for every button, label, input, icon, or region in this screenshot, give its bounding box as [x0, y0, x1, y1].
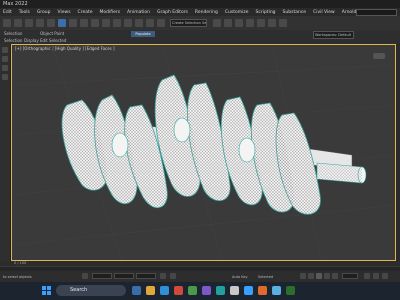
pan-icon[interactable] [373, 273, 379, 279]
snap-icon[interactable] [135, 19, 143, 27]
menu-bar: Edit Tools Group Views Create Modifiers Animat… [0, 8, 400, 16]
select-icon[interactable] [2, 47, 8, 53]
menu-edit[interactable]: Edit [3, 10, 12, 15]
link-icon[interactable] [25, 19, 33, 27]
menu-substance[interactable]: Substance [283, 10, 307, 15]
selected-label[interactable]: Selected [258, 275, 273, 279]
left-toolbar [0, 44, 11, 261]
window-title: Max 2022 [0, 0, 400, 8]
edge-icon[interactable] [160, 286, 169, 295]
menu-animation[interactable]: Animation [127, 10, 150, 15]
workspace-dropdown[interactable]: Workspaces: Default [313, 31, 354, 39]
material-editor-icon[interactable] [257, 19, 265, 27]
frame-field[interactable] [342, 273, 358, 279]
windows-start-icon[interactable] [42, 286, 51, 295]
unlink-icon[interactable] [36, 19, 44, 27]
app-icon-1[interactable] [174, 286, 183, 295]
ribbon-sub-display[interactable]: Display [24, 38, 39, 43]
redo-icon[interactable] [14, 19, 22, 27]
app-icon-6[interactable] [258, 286, 267, 295]
menu-right [356, 8, 397, 16]
curve-editor-icon[interactable] [246, 19, 254, 27]
ribbon-tab-object-paint[interactable]: Object Paint [40, 31, 64, 36]
windows-taskbar: Search [0, 282, 400, 300]
z-field[interactable] [136, 273, 156, 279]
undo-icon[interactable] [3, 19, 11, 27]
add-time-tag-icon[interactable] [170, 273, 176, 279]
rotate-icon[interactable] [102, 19, 110, 27]
previous-frame-icon[interactable] [308, 273, 314, 279]
mirror-icon[interactable] [213, 19, 221, 27]
play-icon[interactable] [316, 273, 322, 279]
ribbon-sub-edit-selected[interactable]: Edit Selected [40, 38, 66, 43]
move-icon[interactable] [2, 56, 8, 62]
render-setup-icon[interactable] [268, 19, 276, 27]
select-by-name-icon[interactable] [69, 19, 77, 27]
move-icon[interactable] [91, 19, 99, 27]
zoom-icon[interactable] [364, 273, 370, 279]
ribbon-sub-selection[interactable]: Selection [4, 38, 22, 43]
menu-rendering[interactable]: Rendering [195, 10, 218, 15]
grid-icon[interactable] [160, 273, 166, 279]
task-view-icon[interactable] [132, 286, 141, 295]
app-icon-7[interactable] [272, 286, 281, 295]
align-icon[interactable] [224, 19, 232, 27]
reference-icon[interactable] [124, 19, 132, 27]
search-input[interactable] [356, 8, 397, 16]
menu-graph-editors[interactable]: Graph Editors [157, 10, 188, 15]
rotate-icon[interactable] [2, 65, 8, 71]
taskbar-search[interactable]: Search [56, 285, 126, 296]
viewport[interactable]: [+] [Orthographic ] [High Quality ] [Edg… [11, 44, 396, 261]
menu-views[interactable]: Views [58, 10, 71, 15]
auto-key-label[interactable]: Auto Key [232, 275, 248, 279]
main-toolbar: Create Selection Se [0, 16, 400, 30]
scale-icon[interactable] [2, 74, 8, 80]
go-to-start-icon[interactable] [300, 273, 306, 279]
menu-arnold[interactable]: Arnold [342, 10, 357, 15]
region-select-icon[interactable] [80, 19, 88, 27]
orbit-icon[interactable] [382, 273, 388, 279]
app-icon-3[interactable] [202, 286, 211, 295]
bind-icon[interactable] [47, 19, 55, 27]
menu-group[interactable]: Group [37, 10, 51, 15]
select-icon[interactable] [58, 19, 66, 27]
app-icon-5[interactable] [244, 286, 253, 295]
y-field[interactable] [114, 273, 134, 279]
lock-icon[interactable] [82, 273, 88, 279]
x-field[interactable] [92, 273, 112, 279]
ribbon-tab-selection[interactable]: Selection [4, 31, 22, 36]
menu-create[interactable]: Create [78, 10, 93, 15]
menu-tools[interactable]: Tools [19, 10, 30, 15]
status-prompt: to select objects [3, 275, 32, 279]
menu-scripting[interactable]: Scripting [256, 10, 276, 15]
next-frame-icon[interactable] [324, 273, 330, 279]
3ds-max-icon[interactable] [216, 286, 225, 295]
ribbon: Selection Object Paint Populate Selectio… [0, 30, 400, 45]
ribbon-tab-populate[interactable]: Populate [131, 31, 155, 37]
named-selection-dropdown[interactable]: Create Selection Se [170, 19, 207, 27]
app-icon-4[interactable] [230, 286, 239, 295]
right-strip [396, 44, 400, 261]
angle-snap-icon[interactable] [146, 19, 154, 27]
app-icon-8[interactable] [286, 286, 295, 295]
file-explorer-icon[interactable] [146, 286, 155, 295]
go-to-end-icon[interactable] [332, 273, 338, 279]
scale-icon[interactable] [113, 19, 121, 27]
percent-snap-icon[interactable] [157, 19, 165, 27]
status-bar: to select objects Auto Key Selected [0, 271, 400, 282]
menu-modifiers[interactable]: Modifiers [100, 10, 121, 15]
render-icon[interactable] [279, 19, 287, 27]
menu-customize[interactable]: Customize [225, 10, 249, 15]
app-icon-2[interactable] [188, 286, 197, 295]
menu-civil-view[interactable]: Civil View [313, 10, 335, 15]
layer-icon[interactable] [235, 19, 243, 27]
crankshaft-model[interactable] [12, 45, 396, 261]
